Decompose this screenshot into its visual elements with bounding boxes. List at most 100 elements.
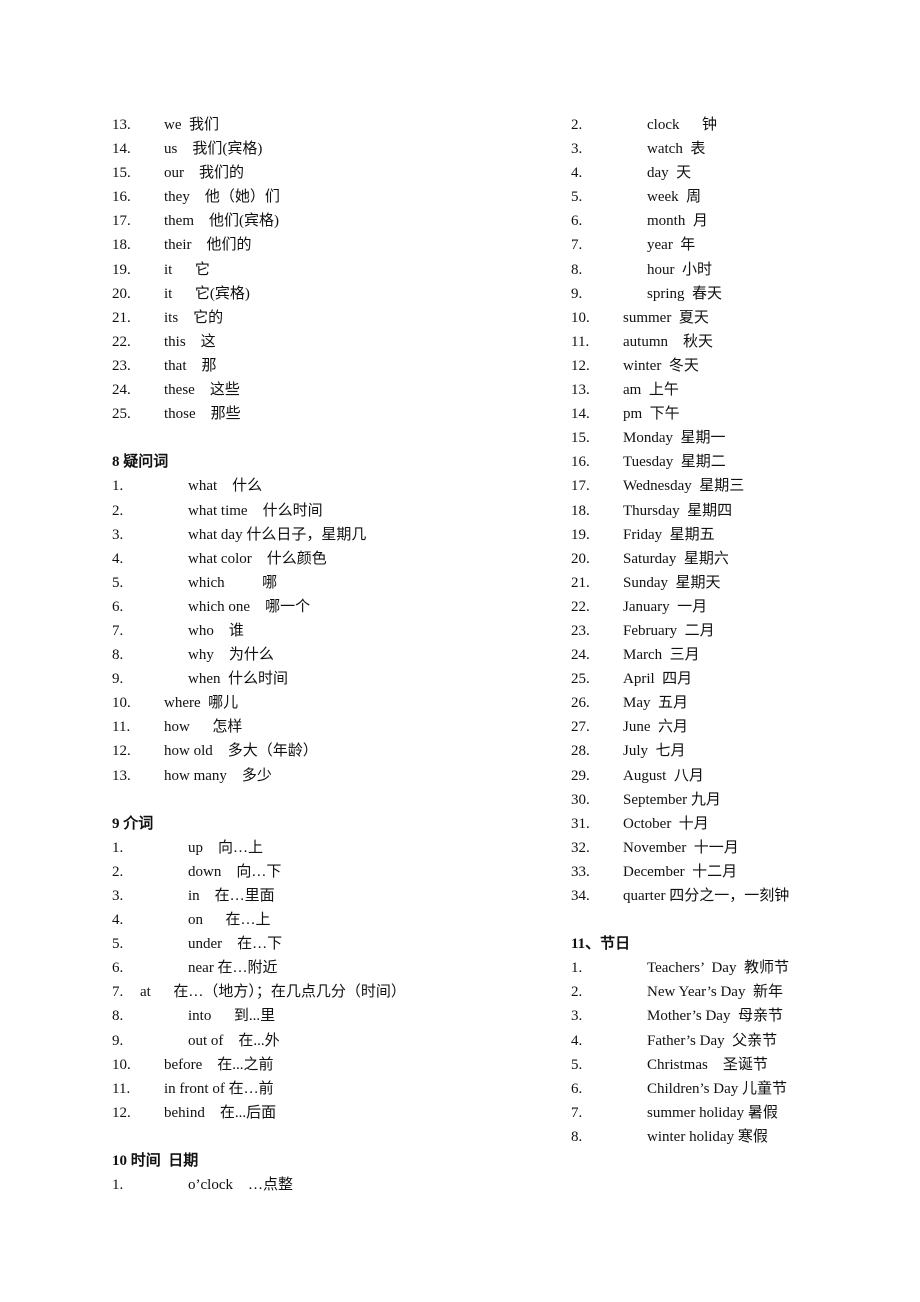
list-item: 22. January 一月 xyxy=(571,595,891,619)
list-item: 11. autumn 秋天 xyxy=(571,330,891,354)
list-item: 12. how old 多大（年龄） xyxy=(112,739,532,763)
item-number: 18. xyxy=(112,237,131,254)
item-text: we 我们 xyxy=(164,117,219,133)
list-item: 31. October 十月 xyxy=(571,812,891,836)
item-number: 7. xyxy=(112,622,124,639)
item-number: 3. xyxy=(112,526,124,543)
item-text: winter 冬天 xyxy=(623,357,699,374)
item-number: 12. xyxy=(112,1104,131,1121)
item-number: 25. xyxy=(112,406,131,423)
item-text: what day 什么日子，星期几 xyxy=(188,526,367,543)
item-text: their 他们的 xyxy=(164,237,252,254)
item-text: Monday 星期一 xyxy=(623,430,726,447)
item-text: September 九月 xyxy=(623,791,721,808)
item-number: 33. xyxy=(571,863,590,880)
list-item: 20. Saturday 星期六 xyxy=(571,547,891,571)
item-text: October 十月 xyxy=(623,815,709,832)
list-item: 14. pm 下午 xyxy=(571,402,891,426)
item-text: watch 表 xyxy=(647,141,706,158)
item-text: on 在…上 xyxy=(188,912,271,929)
item-text: week 周 xyxy=(647,189,702,206)
item-text: January 一月 xyxy=(623,598,708,615)
item-number: 24. xyxy=(112,382,131,399)
item-number: 20. xyxy=(571,550,590,567)
section-heading: 11、节日 xyxy=(571,936,631,953)
item-number: 12. xyxy=(112,743,131,760)
item-number: 3. xyxy=(112,888,124,904)
item-number: 3. xyxy=(571,141,583,158)
item-text: Saturday 星期六 xyxy=(623,550,729,567)
item-text: why 为什么 xyxy=(188,647,274,664)
item-number: 6. xyxy=(112,598,124,615)
item-text: August 八月 xyxy=(623,767,704,784)
list-item: 18. their 他们的 xyxy=(112,233,532,257)
item-text: they 他（她）们 xyxy=(164,189,280,206)
item-number: 2. xyxy=(112,502,124,519)
item-number: 1. xyxy=(112,1177,124,1194)
list-item: 34. quarter 四分之一，一刻钟 xyxy=(571,884,891,908)
list-item: 17. them 他们(宾格) xyxy=(112,209,532,233)
item-number: 30. xyxy=(571,791,590,808)
list-item: 2. New Year’s Day 新年 xyxy=(571,980,891,1004)
item-text: what 什么 xyxy=(188,478,263,495)
list-item: 6. which one 哪一个 xyxy=(112,595,532,619)
item-text: summer holiday 暑假 xyxy=(647,1104,778,1121)
item-number: 20. xyxy=(112,285,131,302)
list-item: 24. these 这些 xyxy=(112,378,532,402)
list-item: 24. March 三月 xyxy=(571,643,891,667)
item-text: that 那 xyxy=(164,357,217,374)
list-item: 8. hour 小时 xyxy=(571,258,891,282)
item-text: o’clock …点整 xyxy=(188,1177,293,1194)
item-text: our 我们的 xyxy=(164,165,244,182)
item-number: 7. xyxy=(571,1104,583,1121)
list-item: 2. clock 钟 xyxy=(571,113,891,137)
item-number: 7. xyxy=(112,984,124,1001)
item-text: up 向…上 xyxy=(188,839,264,856)
item-text: what color 什么颜色 xyxy=(188,550,327,567)
item-text: in 在…里面 xyxy=(188,888,275,904)
item-text: behind 在...后面 xyxy=(164,1104,277,1121)
item-number: 21. xyxy=(571,574,590,591)
item-number: 13. xyxy=(112,767,131,784)
list-item: 26. May 五月 xyxy=(571,691,891,715)
item-text: under 在…下 xyxy=(188,936,283,953)
item-number: 19. xyxy=(112,261,131,278)
item-text: June 六月 xyxy=(623,719,688,736)
list-item: 3. in 在…里面 xyxy=(112,884,532,908)
item-number: 16. xyxy=(571,454,590,471)
item-text: Sunday 星期天 xyxy=(623,574,721,591)
list-item: 5. which 哪 xyxy=(112,571,532,595)
item-number: 8. xyxy=(571,1128,583,1145)
item-text: Christmas 圣诞节 xyxy=(647,1056,768,1073)
list-item: 14. us 我们(宾格) xyxy=(112,137,532,161)
item-number: 31. xyxy=(571,815,590,832)
item-text: it 它 xyxy=(164,261,210,278)
list-item: 9. out of 在...外 xyxy=(112,1029,532,1053)
item-number: 2. xyxy=(112,863,124,880)
item-number: 1. xyxy=(112,478,124,495)
item-text: Wednesday 星期三 xyxy=(623,478,745,495)
list-item: 7. year 年 xyxy=(571,233,891,257)
item-text: which one 哪一个 xyxy=(188,598,311,615)
list-item: 15. Monday 星期一 xyxy=(571,426,891,450)
item-number: 4. xyxy=(112,912,124,929)
item-number: 28. xyxy=(571,743,590,760)
item-number: 7. xyxy=(571,237,583,254)
item-number: 1. xyxy=(112,839,124,856)
list-item: 27. June 六月 xyxy=(571,715,891,739)
item-number: 4. xyxy=(112,550,124,567)
item-text: which 哪 xyxy=(188,574,278,591)
item-text: April 四月 xyxy=(623,671,693,688)
list-item: 17. Wednesday 星期三 xyxy=(571,474,891,498)
item-text: month 月 xyxy=(647,213,708,230)
item-number: 23. xyxy=(571,622,590,639)
item-text: hour 小时 xyxy=(647,261,712,278)
item-number: 13. xyxy=(112,117,131,133)
list-item: 6. near 在…附近 xyxy=(112,956,532,980)
list-item: 9. when 什么时间 xyxy=(112,667,532,691)
item-text: how 怎样 xyxy=(164,719,243,736)
item-text: in front of 在…前 xyxy=(164,1080,274,1097)
list-item: 5. week 周 xyxy=(571,185,891,209)
section-heading: 8 疑问词 xyxy=(112,454,169,471)
